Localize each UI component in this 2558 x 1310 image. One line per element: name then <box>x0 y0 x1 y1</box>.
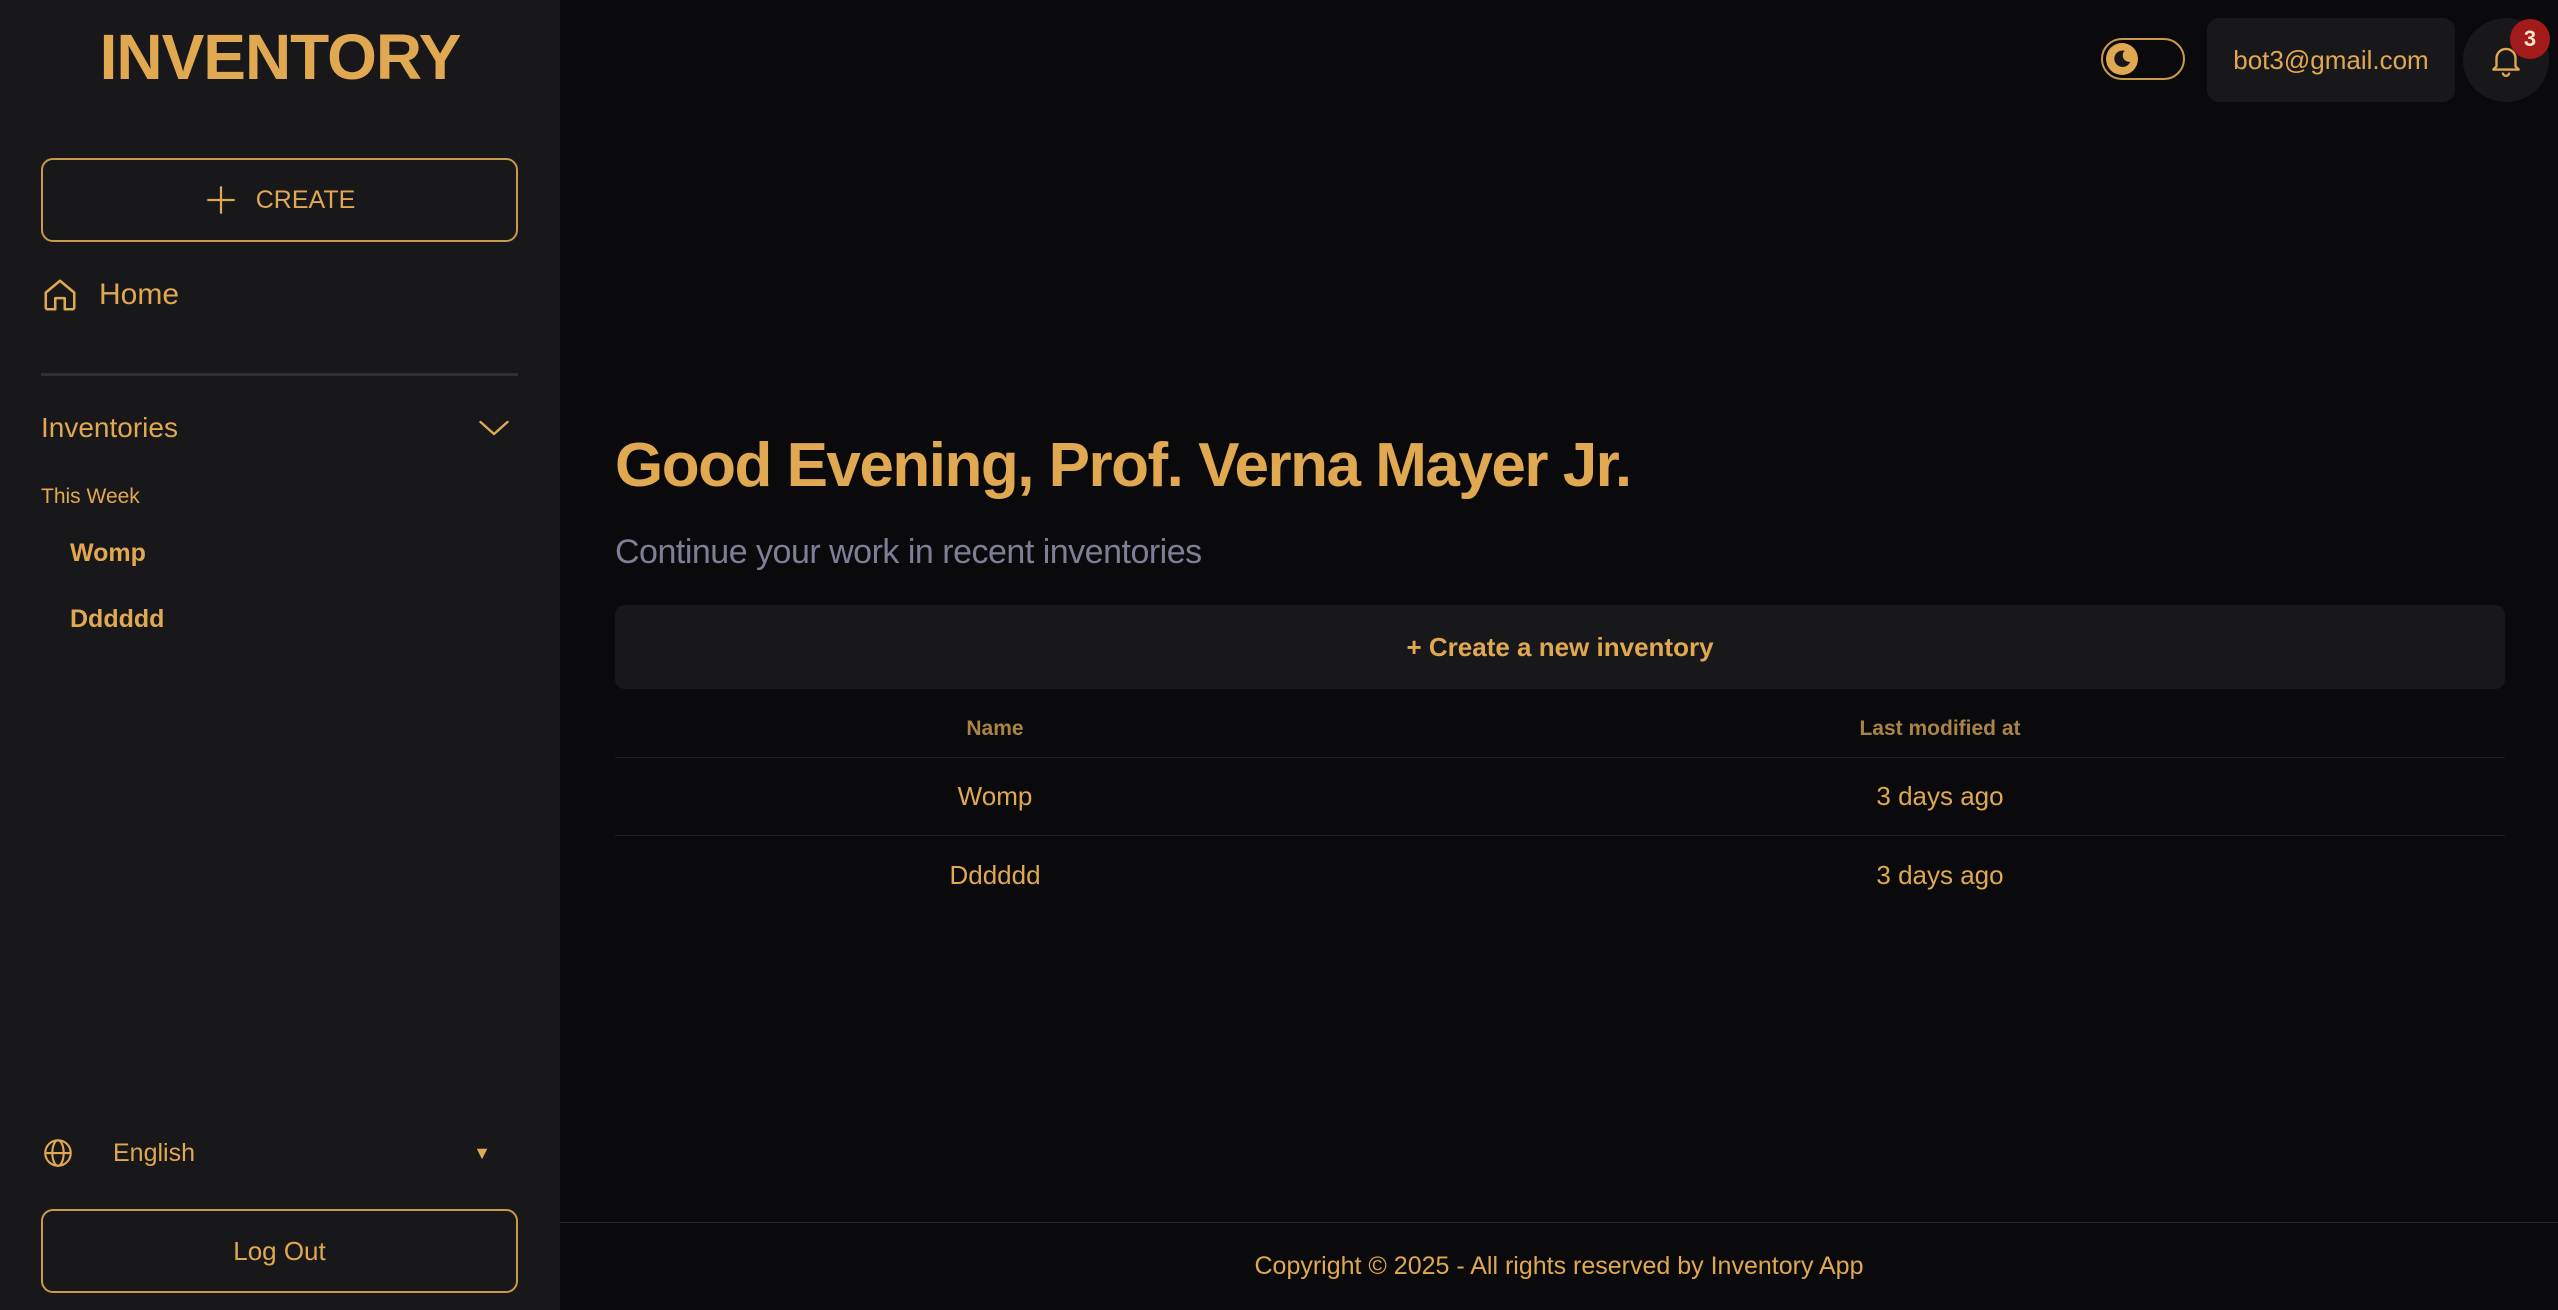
group-label: This Week <box>41 485 140 508</box>
sidebar-item-womp[interactable]: Womp <box>70 539 146 568</box>
sidebar-item-dddddd[interactable]: Dddddd <box>70 605 164 634</box>
cell-name: Dddddd <box>949 859 1041 890</box>
theme-toggle[interactable] <box>2101 38 2185 80</box>
footer: Copyright © 2025 - All rights reserved b… <box>560 1222 2558 1310</box>
column-header-modified[interactable]: Last modified at <box>1375 717 2505 741</box>
sidebar-divider <box>41 373 518 376</box>
sidebar-item-label: Home <box>99 278 180 311</box>
create-button[interactable]: CREATE <box>41 158 518 242</box>
inventories-section-toggle[interactable]: Inventories <box>41 408 518 448</box>
column-header-name[interactable]: Name <box>615 717 1375 741</box>
table-row[interactable]: Womp 3 days ago <box>615 758 2505 836</box>
sidebar: INVENTORY CREATE Home Inventories This W… <box>0 0 560 1310</box>
copyright-text: Copyright © 2025 - All rights reserved b… <box>1254 1252 1864 1280</box>
logout-button[interactable]: Log Out <box>41 1209 518 1293</box>
language-value: English <box>113 1138 195 1167</box>
plus-icon <box>206 186 235 214</box>
cell-modified: 3 days ago <box>1876 781 2004 811</box>
create-new-inventory-button[interactable]: + Create a new inventory <box>615 605 2505 689</box>
table-header: Name Last modified at <box>615 700 2505 758</box>
inventory-table: Name Last modified at Womp 3 days ago Dd… <box>615 700 2505 914</box>
language-select[interactable]: English ▼ <box>41 1133 491 1173</box>
brand-logo[interactable]: INVENTORY <box>0 20 560 94</box>
section-label: Inventories <box>41 412 178 443</box>
chevron-down-icon <box>479 420 509 436</box>
cell-name: Womp <box>957 781 1033 811</box>
create-button-label: CREATE <box>255 185 356 214</box>
page-subtitle: Continue your work in recent inventories <box>615 533 1202 571</box>
caret-down-icon: ▼ <box>473 1142 491 1163</box>
user-menu-button[interactable]: bot3@gmail.com <box>2207 18 2455 102</box>
table-row[interactable]: Dddddd 3 days ago <box>615 836 2505 914</box>
notification-badge: 3 <box>2510 19 2550 59</box>
home-icon <box>44 279 76 311</box>
sidebar-item-home[interactable]: Home <box>41 272 179 318</box>
page-title: Good Evening, Prof. Verna Mayer Jr. <box>615 431 1632 500</box>
cell-modified: 3 days ago <box>1876 859 2004 890</box>
globe-icon <box>44 1139 72 1167</box>
moon-icon <box>2106 43 2138 75</box>
